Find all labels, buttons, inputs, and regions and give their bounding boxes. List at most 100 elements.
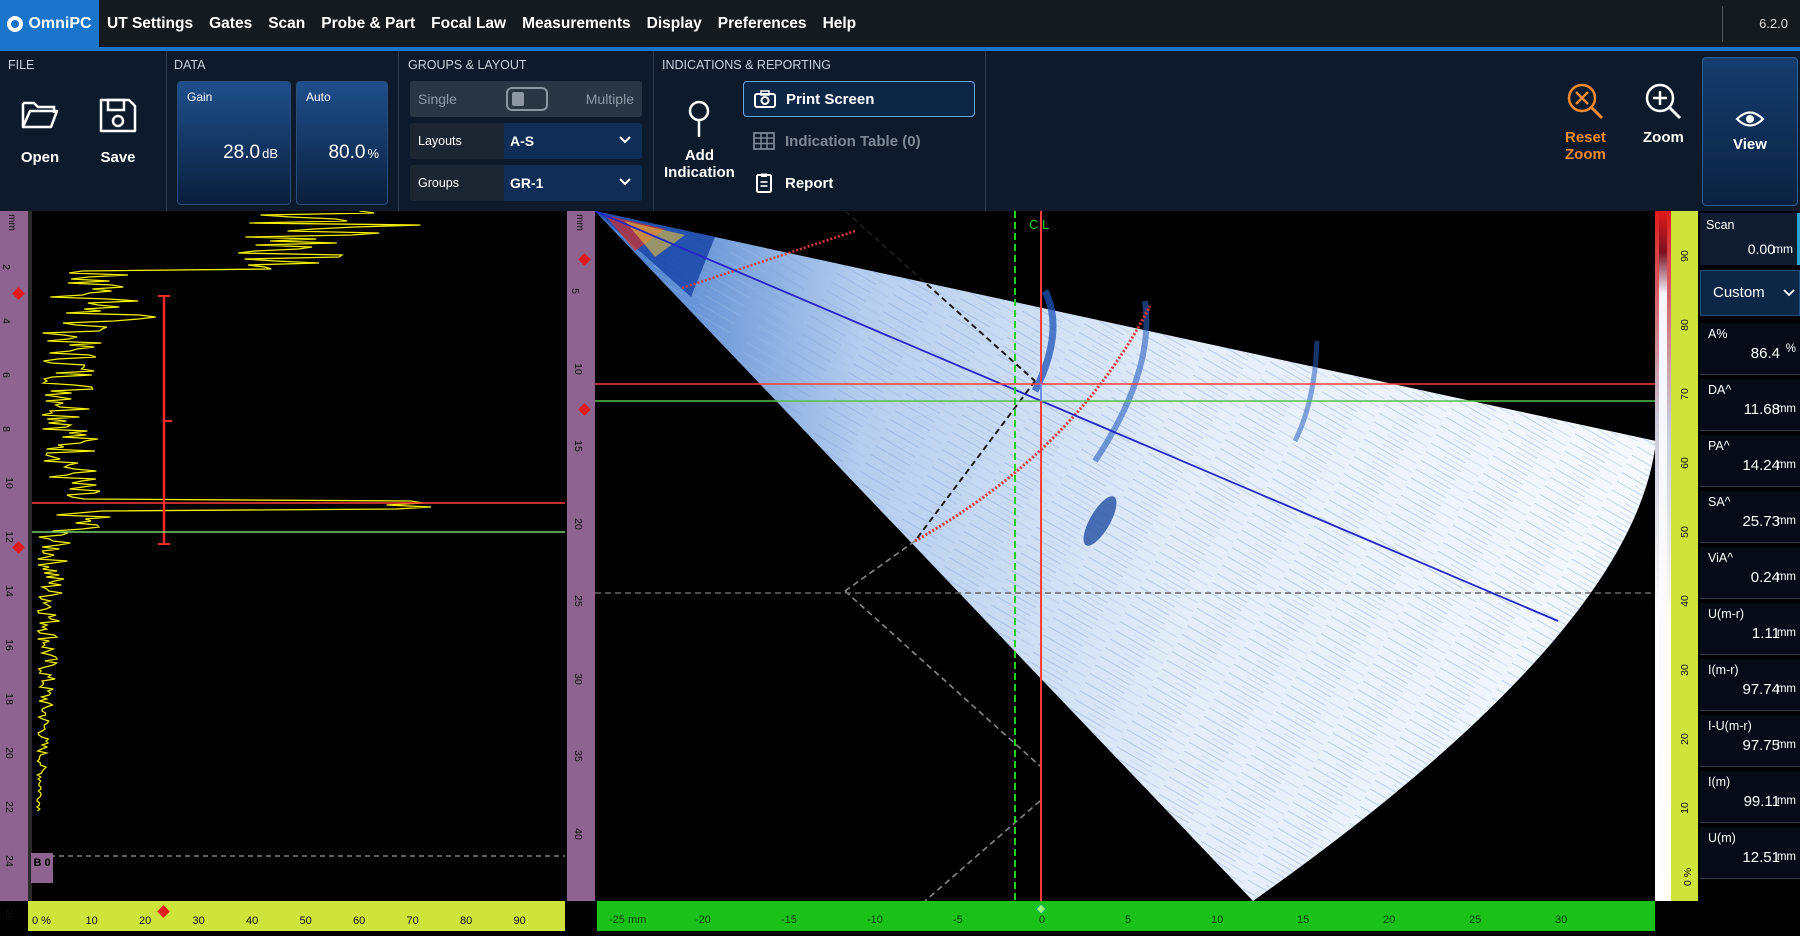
reset-zoom-button[interactable]: Reset Zoom	[1565, 81, 1606, 163]
reading-value: 97.74	[1742, 681, 1780, 698]
eye-icon	[1735, 111, 1765, 127]
sscan-x-marker-diamond[interactable]	[1035, 903, 1047, 915]
groups-value-box[interactable]: GR-1	[504, 165, 642, 201]
chevron-down-icon	[1783, 289, 1795, 297]
menu-ut-settings[interactable]: UT Settings	[99, 15, 201, 33]
ascan-plot[interactable]	[32, 211, 565, 901]
reading-item[interactable]: ViA^ 0.24 mm	[1700, 547, 1800, 599]
reading-item[interactable]: U(m-r) 1.11 mm	[1700, 603, 1800, 655]
reset-zoom-line1: Reset	[1565, 129, 1606, 146]
reading-item[interactable]: DA^ 11.68 mm	[1700, 379, 1800, 431]
reading-item[interactable]: A% 86.4%	[1700, 323, 1800, 375]
layouts-label: Layouts	[418, 134, 462, 148]
sscan-depth-tick: 40	[571, 827, 584, 840]
save-button[interactable]: Save	[98, 97, 138, 166]
ascan-depth-tick: 8	[0, 426, 12, 432]
gain-tile[interactable]: Gain 28.0 dB	[177, 81, 291, 205]
pin-icon	[689, 100, 710, 137]
reading-label: U(m)	[1708, 831, 1736, 845]
reading-label: ViA^	[1708, 551, 1734, 565]
sscan-x-tick: 0	[1039, 914, 1046, 926]
omnipc-logo-button[interactable]: OmniPC	[0, 0, 99, 48]
single-multiple-toggle[interactable]: Single Multiple	[410, 81, 642, 117]
reading-label: I(m-r)	[1708, 663, 1739, 677]
auto-value-wrap: 80.0%	[328, 142, 379, 164]
readings-panel: Scan 0.00 mm Custom A% 86.4% DA^ 11.68 mm PA^…	[1698, 211, 1800, 936]
sscan-x-ruler[interactable]: -25 mm -20 -15 -10 -5 0 5 10 15 20 25 30	[597, 901, 1655, 931]
toggle-switch[interactable]	[506, 87, 548, 111]
save-disk-icon	[99, 98, 137, 133]
view-button[interactable]: View	[1702, 57, 1798, 206]
open-label: Open	[20, 149, 60, 166]
zoom-in-icon	[1646, 83, 1682, 120]
print-screen-button[interactable]: Print Screen	[743, 81, 975, 117]
scan-unit: mm	[1773, 242, 1793, 256]
menu-gates[interactable]: Gates	[201, 15, 260, 33]
layouts-value-box[interactable]: A-S	[504, 123, 642, 159]
ascan-depth-tick: 26	[2, 909, 15, 921]
reading-label: DA^	[1708, 383, 1732, 397]
reading-item[interactable]: U(m) 12.51 mm	[1700, 827, 1800, 879]
amp-tick: 70	[406, 915, 419, 927]
amp-tick: 90	[513, 915, 526, 927]
menu-display[interactable]: Display	[639, 15, 710, 33]
single-label: Single	[418, 91, 457, 107]
sscan-plot[interactable]: C L	[595, 211, 1655, 901]
zoom-button[interactable]: Zoom	[1643, 81, 1684, 146]
zoom-label: Zoom	[1643, 129, 1684, 146]
color-scale-tick: 70	[1678, 388, 1691, 400]
reading-preset-select[interactable]: Custom	[1700, 270, 1800, 316]
view-label: View	[1733, 136, 1767, 153]
auto-unit: %	[367, 146, 379, 161]
sscan-x-tick: 5	[1125, 914, 1132, 926]
groups-layout-title: GROUPS & LAYOUT	[408, 58, 527, 72]
scan-label: Scan	[1706, 218, 1735, 232]
ascan-depth-ruler[interactable]: mm 2 4 6 8 10 12 14 16 18 20 22 24 26	[0, 211, 28, 921]
reading-item[interactable]: I-U(m-r) 97.75 mm	[1700, 715, 1800, 767]
reading-unit: mm	[1776, 739, 1796, 751]
open-button[interactable]: Open	[20, 97, 60, 166]
ascan-depth-tick: 16	[2, 639, 15, 651]
ascan-unit-label: mm	[5, 214, 17, 231]
add-indication-line1: Add	[684, 147, 714, 164]
menu-help[interactable]: Help	[815, 15, 865, 33]
ascan-amplitude-ruler[interactable]: 0 % 10 20 30 40 50 60 70 80 90	[28, 901, 565, 931]
auto-tile[interactable]: Auto 80.0%	[296, 81, 388, 205]
menu-bar: OmniPC UT Settings Gates Scan Probe & Pa…	[0, 0, 1800, 48]
folder-open-icon	[21, 101, 59, 129]
indication-table-button[interactable]: Indication Table (0)	[743, 123, 975, 159]
color-scale-tick: 60	[1678, 457, 1691, 469]
cl-label: C L	[1029, 217, 1049, 232]
reading-item[interactable]: PA^ 14.24 mm	[1700, 435, 1800, 487]
ribbon-separator	[985, 51, 986, 211]
groups-select[interactable]: Groups GR-1	[410, 165, 642, 201]
logo-text: OmniPC	[28, 15, 92, 32]
report-label: Report	[785, 174, 834, 192]
reading-value: 14.24	[1742, 457, 1780, 474]
sscan-depth-ruler[interactable]: mm 5 10 15 20 25 30 35 40	[567, 211, 595, 901]
add-indication-button[interactable]: Add Indication	[664, 99, 735, 181]
reading-unit: %	[1785, 343, 1796, 355]
menu-probe-part[interactable]: Probe & Part	[313, 15, 423, 33]
menu-preferences[interactable]: Preferences	[710, 15, 815, 33]
menu-focal-law[interactable]: Focal Law	[423, 15, 514, 33]
menu-measurements[interactable]: Measurements	[514, 15, 639, 33]
gain-unit: dB	[262, 146, 278, 161]
color-scale-ruler[interactable]: 0 % 10 20 30 40 50 60 70 80 90	[1671, 211, 1698, 901]
amp-tick: 30	[192, 915, 205, 927]
report-button[interactable]: Report	[743, 165, 975, 201]
scan-position-box[interactable]: Scan 0.00 mm	[1700, 213, 1800, 265]
amp-tick: 20	[139, 915, 152, 927]
ribbon-separator	[166, 51, 167, 211]
ascan-depth-tick: 22	[2, 801, 15, 813]
reading-item[interactable]: SA^ 25.73 mm	[1700, 491, 1800, 543]
reading-value: 99.11	[1743, 793, 1780, 810]
reading-item[interactable]: I(m) 99.11 mm	[1700, 771, 1800, 823]
indications-title: INDICATIONS & REPORTING	[662, 58, 832, 72]
amp-marker-diamond[interactable]	[157, 905, 170, 918]
sscan-x-tick: 10	[1211, 914, 1224, 926]
sscan-x-tick: 30	[1555, 914, 1568, 926]
layouts-select[interactable]: Layouts A-S	[410, 123, 642, 159]
menu-scan[interactable]: Scan	[260, 15, 313, 33]
reading-item[interactable]: I(m-r) 97.74 mm	[1700, 659, 1800, 711]
